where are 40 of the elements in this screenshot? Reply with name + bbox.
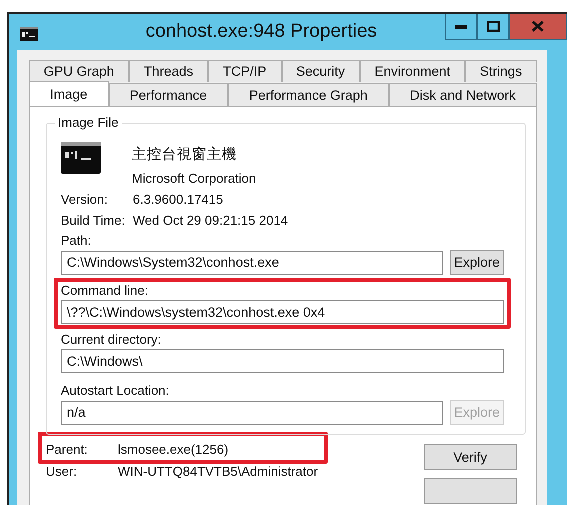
verify-button[interactable]: Verify (424, 444, 517, 470)
tab[interactable]: Environment (360, 60, 466, 82)
field-label: Command line: (61, 283, 150, 298)
detail-value: WIN-UTTQ84TVTB5\Administrator (118, 464, 318, 479)
close-icon (532, 21, 544, 32)
tab[interactable]: Performance Graph (228, 83, 389, 106)
text-field[interactable]: C:\Windows\System32\conhost.exe (61, 250, 444, 274)
tab[interactable]: GPU Graph (29, 60, 130, 82)
detail-label: User: (46, 464, 78, 479)
text-field[interactable]: \??\C:\Windows\system32\conhost.exe 0x4 (61, 300, 504, 324)
info-label: Build Time: (61, 213, 126, 228)
file-description: 主控台視窗主機 (132, 146, 238, 164)
tab[interactable]: Image (29, 81, 109, 106)
close-button[interactable] (509, 14, 567, 40)
group-title: Image File (55, 115, 122, 130)
field-label: Path: (61, 233, 92, 248)
maximize-icon (486, 21, 500, 32)
field-label: Current directory: (61, 332, 162, 347)
tab[interactable]: Strings (465, 60, 538, 82)
text-field[interactable]: n/a (61, 400, 444, 424)
text-field[interactable]: C:\Windows\ (61, 349, 504, 373)
info-value: 6.3.9600.17415 (133, 192, 224, 207)
info-value: Wed Oct 29 09:21:15 2014 (133, 213, 288, 228)
tab[interactable]: Threads (129, 60, 208, 82)
console-icon (61, 142, 101, 174)
company-name: Microsoft Corporation (132, 171, 256, 186)
field-label: Autostart Location: (61, 383, 170, 398)
minimize-icon (455, 24, 467, 28)
tab[interactable]: Performance (108, 83, 228, 106)
tab[interactable]: TCP/IP (208, 60, 282, 82)
tab[interactable]: Security (282, 60, 360, 82)
window-title: conhost.exe:948 Properties (144, 21, 378, 43)
detail-label: Parent: (46, 442, 89, 457)
detail-value: lsmosee.exe(1256) (118, 442, 229, 457)
console-icon (20, 27, 38, 41)
explore-button[interactable]: Explore (450, 250, 504, 275)
info-label: Version: (61, 192, 109, 207)
minimize-button[interactable] (445, 14, 477, 40)
maximize-button[interactable] (477, 14, 509, 40)
tab[interactable]: Disk and Network (389, 83, 537, 106)
